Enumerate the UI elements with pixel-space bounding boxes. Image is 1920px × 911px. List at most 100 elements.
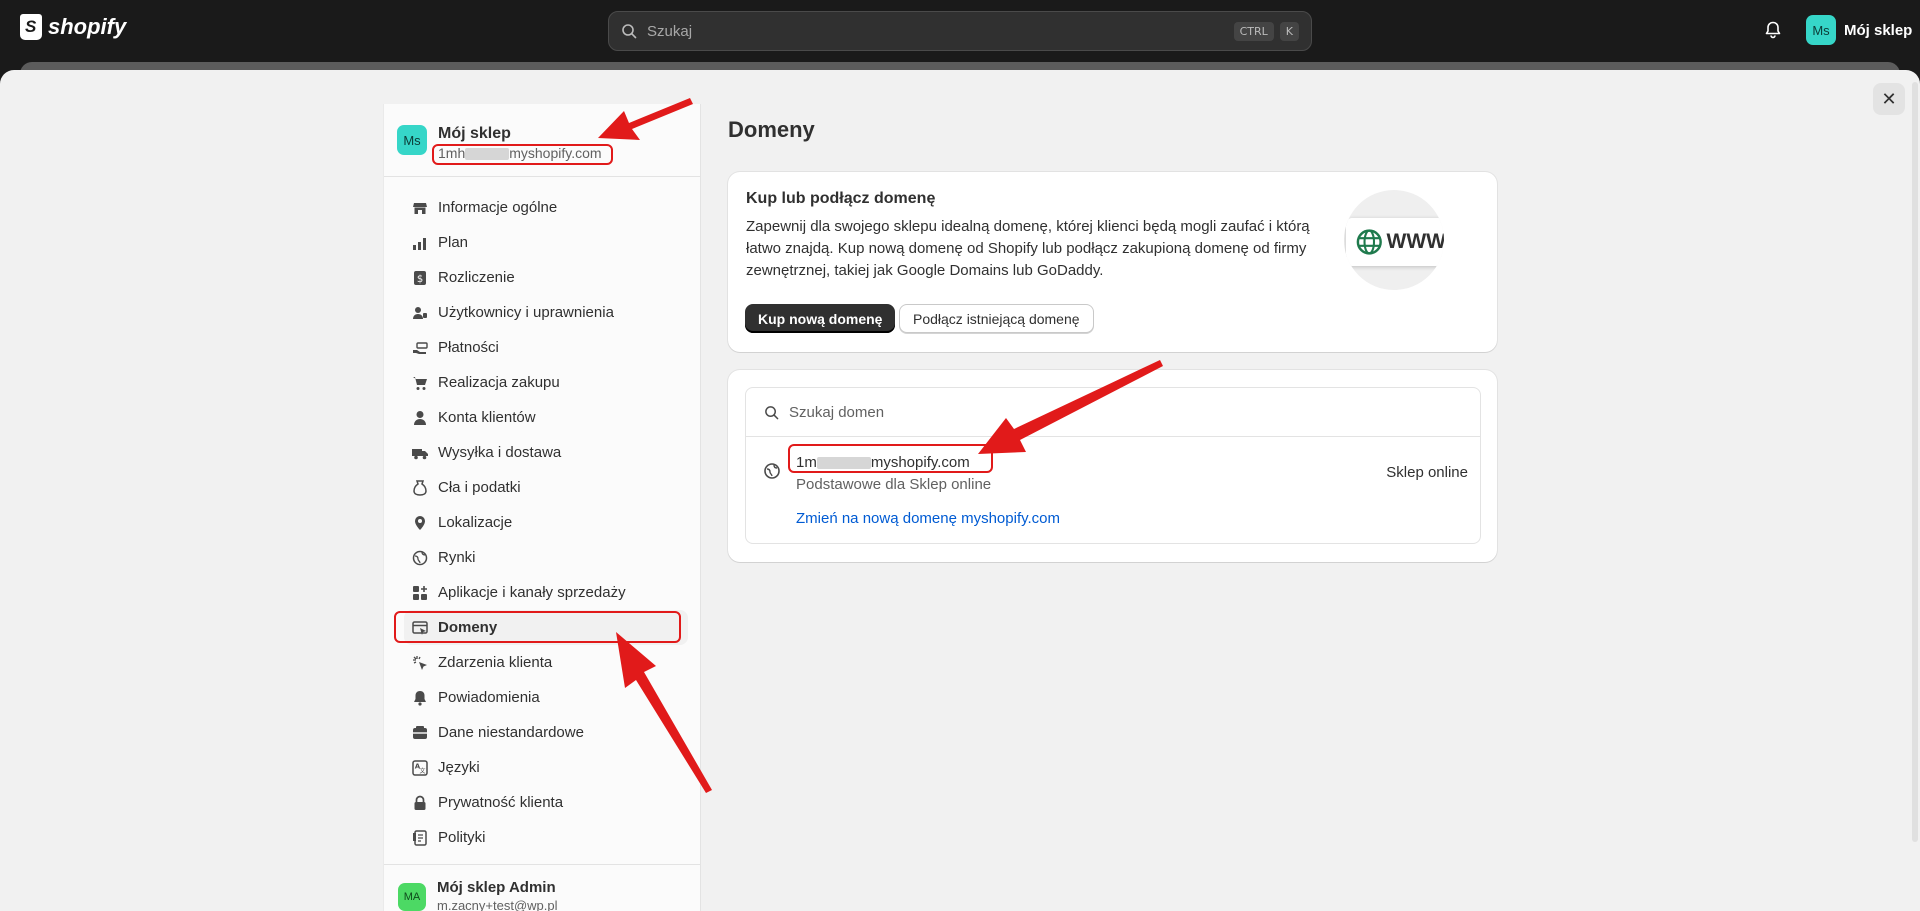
users-icon [412,305,428,321]
admin-email: m.zacny+test@wp.pl [437,898,558,911]
close-settings-button[interactable]: ✕ [1873,83,1905,115]
sidebar-footer: MA Mój sklep Admin m.zacny+test@wp.pl [384,864,701,911]
sidebar-item-plan[interactable]: Plan [404,225,688,260]
sidebar-item-privacy[interactable]: Prywatność klienta [404,785,688,820]
shortcut-k: K [1279,21,1299,41]
page-title: Domeny [728,117,815,142]
sidebar-item-payments[interactable]: Płatności [404,330,688,365]
svg-text:$: $ [417,274,423,285]
search-icon [622,24,637,39]
sidebar-item-label: Języki [438,759,480,776]
sidebar-item-locations[interactable]: Lokalizacje [404,505,688,540]
shopify-bag-icon [20,14,42,40]
lock-icon [412,795,428,811]
store-icon [412,200,428,216]
globe-icon [764,463,780,479]
sidebar-item-label: Prywatność klienta [438,794,564,811]
domain-subtitle: Podstawowe dla Sklep online [796,476,992,493]
search-icon [765,405,779,419]
sidebar-item-label: Cła i podatki [438,479,521,496]
billing-icon: $ [412,270,428,286]
sidebar-item-apps[interactable]: Aplikacje i kanały sprzedaży [404,575,688,610]
admin-name: Mój sklep Admin [437,879,556,896]
sidebar-item-label: Zdarzenia klienta [438,654,553,671]
domain-channel: Sklep online [1386,464,1468,481]
sidebar-item-checkout[interactable]: Realizacja zakupu [404,365,688,400]
cart-icon [412,375,428,391]
sidebar-item-label: Plan [438,234,469,251]
change-myshopify-domain-link[interactable]: Zmień na nową domenę myshopify.com [796,510,1060,527]
sidebar-item-languages[interactable]: A 文 Języki [404,750,688,785]
global-search-input[interactable]: Szukaj CTRL K [608,11,1312,51]
apps-icon [412,585,428,601]
avatar: MA [398,883,426,911]
sidebar-item-taxes[interactable]: Cła i podatki [404,470,688,505]
location-icon [412,515,428,531]
www-text: WWW [1386,230,1444,253]
language-icon: A文 [412,759,428,776]
sidebar-item-label: Konta klientów [438,409,536,426]
sidebar-item-label: Rynki [438,549,476,566]
sidebar-item-label: Powiadomienia [438,689,540,706]
sidebar-item-label: Dane niestandardowe [438,724,584,741]
sidebar-item-policies[interactable]: Polityki [404,820,688,855]
user-name: Mój sklep [1844,21,1913,39]
user-menu[interactable]: Ms Mój sklep [1806,15,1912,45]
person-icon [412,410,428,426]
top-bar: shopify Szukaj CTRL K Ms Mój sklep [0,0,1920,60]
www-illustration: WWW [1344,190,1444,290]
sidebar-item-billing[interactable]: $ Rozliczenie [404,260,688,295]
search-placeholder: Szukaj [647,22,693,40]
logo-text: shopify [48,14,127,39]
domain-search-input[interactable]: Szukaj domen [746,388,1480,437]
sidebar-item-label: Lokalizacje [438,514,513,531]
store-avatar: Ms [397,125,427,155]
sidebar-item-customer-events[interactable]: Zdarzenia klienta [404,645,688,680]
card-title: Kup lub podłącz domenę [746,190,936,207]
sidebar-item-label: Płatności [438,339,499,356]
sidebar-item-label: Rozliczenie [438,269,515,286]
sidebar-item-shipping[interactable]: Wysyłka i dostawa [404,435,688,470]
close-icon: ✕ [1881,88,1897,109]
settings-sidebar: Ms Mój sklep 1mh myshopify.com Informacje… [383,104,701,911]
sidebar-item-notifications[interactable]: Powiadomienia [404,680,688,715]
store-name: Mój sklep [438,125,511,142]
sidebar-item-general[interactable]: Informacje ogólne [404,190,688,225]
connect-existing-domain-button[interactable]: Podłącz istniejącą domenę [899,304,1094,333]
buy-new-domain-button[interactable]: Kup nową domenę [745,304,896,333]
globe-icon [1356,229,1382,255]
policy-icon [412,829,428,846]
buy-connect-domain-card: Kup lub podłącz domenę Zapewnij dla swoj… [728,172,1497,352]
svg-text:文: 文 [419,767,425,775]
sidebar-item-label: Użytkownicy i uprawnienia [438,304,614,321]
annotation-highlight-domain-name [788,444,993,473]
annotation-highlight-domains [394,611,681,643]
sidebar-item-custom-data[interactable]: Dane niestandardowe [404,715,688,750]
card-description: Zapewnij dla swojego sklepu idealną dome… [746,218,1310,279]
tax-icon [412,479,428,496]
plan-chart-icon [412,235,428,251]
bell-icon [412,690,428,706]
sidebar-item-label: Wysyłka i dostawa [438,444,562,461]
domain-search-placeholder: Szukaj domen [789,403,885,421]
sidebar-item-markets[interactable]: Rynki [404,540,688,575]
sidebar-item-label: Realizacja zakupu [438,374,560,391]
sidebar-item-label: Aplikacje i kanały sprzedaży [438,584,626,601]
shopify-logo[interactable]: shopify [20,14,126,40]
sidebar-item-customer-accounts[interactable]: Konta klientów [404,400,688,435]
globe-icon [412,550,428,566]
scrollbar[interactable] [1912,82,1918,842]
truck-icon [412,445,428,461]
payments-icon [412,340,428,356]
shortcut-ctrl: CTRL [1233,21,1274,41]
www-badge: WWW [1346,218,1444,266]
data-icon [412,725,428,741]
annotation-highlight-store-url [432,144,613,165]
sidebar-item-label: Informacje ogólne [438,199,558,216]
cursor-click-icon [412,655,428,671]
notifications-bell-icon[interactable] [1763,20,1783,40]
sidebar-item-label: Polityki [438,829,486,846]
avatar: Ms [1806,15,1836,45]
sidebar-item-users[interactable]: Użytkownicy i uprawnienia [404,295,688,330]
admin-account[interactable]: MA Mój sklep Admin m.zacny+test@wp.pl [398,879,558,911]
